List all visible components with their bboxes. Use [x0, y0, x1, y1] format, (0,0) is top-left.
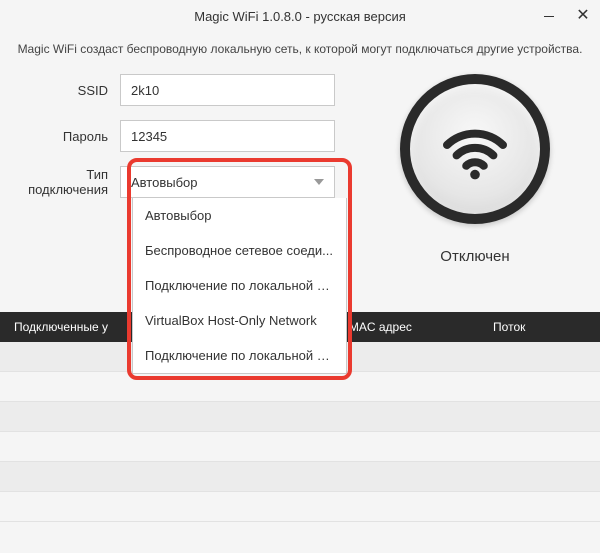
connection-type-dropdown: Автовыбор Беспроводное сетевое соеди... … — [132, 198, 347, 374]
table-row — [0, 372, 600, 402]
window-title: Magic WiFi 1.0.8.0 - русская версия — [194, 9, 406, 24]
wifi-signal-icon — [435, 109, 515, 189]
connection-type-selected: Автовыбор — [131, 175, 198, 190]
table-row — [0, 462, 600, 492]
connection-type-select[interactable]: Автовыбор — [120, 166, 335, 198]
status-panel: Отключен — [360, 74, 590, 302]
connection-status: Отключен — [440, 248, 509, 265]
password-input[interactable] — [120, 120, 335, 152]
connection-type-row: Тип подключения Автовыбор — [10, 166, 360, 198]
close-button[interactable]: ✕ — [566, 0, 600, 32]
window-controls: ✕ — [532, 0, 600, 32]
wifi-icon — [400, 74, 550, 224]
dropdown-item[interactable]: Подключение по локальной с... — [133, 268, 346, 303]
main-area: SSID Пароль Тип подключения Автовыбор Ав… — [0, 74, 600, 302]
connection-type-label: Тип подключения — [10, 167, 120, 197]
table-row — [0, 402, 600, 432]
dropdown-item[interactable]: Автовыбор — [133, 198, 346, 233]
app-description: Magic WiFi создаст беспроводную локальну… — [0, 32, 600, 74]
dropdown-item[interactable]: VirtualBox Host-Only Network — [133, 303, 346, 338]
password-row: Пароль — [10, 120, 360, 152]
titlebar: Magic WiFi 1.0.8.0 - русская версия ✕ — [0, 0, 600, 32]
password-label: Пароль — [10, 129, 120, 144]
ssid-label: SSID — [10, 83, 120, 98]
chevron-down-icon — [314, 179, 324, 185]
dropdown-item[interactable]: Подключение по локальной с... — [133, 338, 346, 373]
col-flow: Поток — [479, 320, 600, 334]
ssid-input[interactable] — [120, 74, 335, 106]
dropdown-item[interactable]: Беспроводное сетевое соеди... — [133, 233, 346, 268]
table-row — [0, 492, 600, 522]
table-row — [0, 432, 600, 462]
form-panel: SSID Пароль Тип подключения Автовыбор Ав… — [10, 74, 360, 302]
col-mac: MAC адрес — [335, 320, 479, 334]
minimize-button[interactable] — [532, 0, 566, 32]
ssid-row: SSID — [10, 74, 360, 106]
